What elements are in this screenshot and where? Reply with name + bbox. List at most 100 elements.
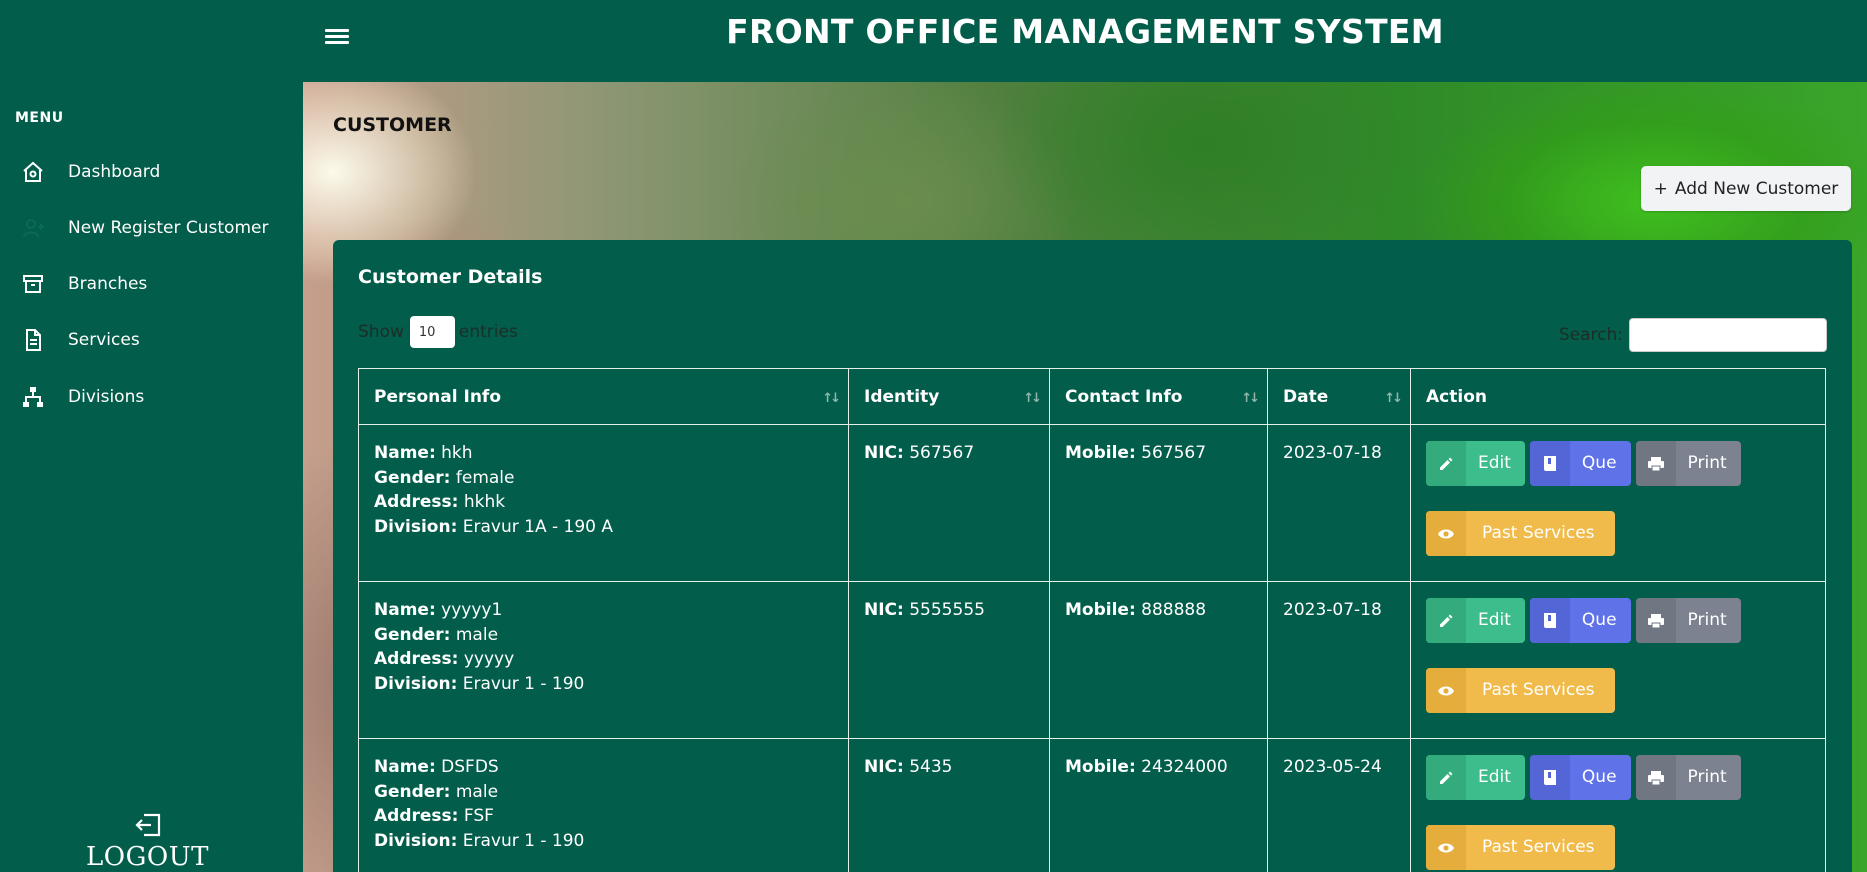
user-plus-icon (20, 215, 46, 241)
print-button[interactable]: Print (1635, 441, 1741, 486)
customer-address: yyyyy (463, 649, 515, 669)
book-icon (1529, 755, 1570, 800)
action-cell: Edit Que Print Past Services (1410, 424, 1826, 582)
printer-icon (1635, 755, 1676, 800)
edit-button[interactable]: Edit (1426, 441, 1525, 486)
contact-info-cell: Mobile: 888888 (1049, 581, 1268, 739)
book-icon (1529, 598, 1570, 643)
top-bar: FRONT OFFICE MANAGEMENT SYSTEM (303, 0, 1867, 82)
customer-address: hkhk (463, 492, 506, 512)
page-title: CUSTOMER (333, 114, 452, 136)
printer-icon (1635, 441, 1676, 486)
customer-division: Eravur 1 - 190 (462, 830, 585, 851)
plus-icon: + (1653, 178, 1668, 199)
personal-info-cell: Name: hkh Gender: female Address: hkhk D… (358, 424, 849, 582)
print-button[interactable]: Print (1635, 755, 1741, 800)
sidebar-item-dashboard[interactable]: Dashboard (0, 152, 303, 192)
contact-info-cell: Mobile: 24324000 (1049, 738, 1268, 872)
logout-button[interactable]: LOGOUT (70, 812, 225, 872)
date-cell: 2023-07-18 (1267, 581, 1411, 739)
document-icon (20, 327, 46, 353)
entries-length-control: Show 10 entries (358, 316, 518, 348)
entries-label: entries (458, 322, 518, 342)
customer-name: DSFDS (441, 757, 499, 777)
sort-icon: ↑↓ (822, 391, 841, 406)
search-label: Search: (1558, 325, 1623, 345)
search-input[interactable] (1629, 318, 1827, 352)
customer-gender: female (455, 467, 515, 488)
main-content: CUSTOMER + Add New Customer Customer Det… (303, 82, 1867, 872)
customer-nic: 5435 (909, 757, 953, 777)
column-header-date[interactable]: Date ↑↓ (1267, 368, 1411, 425)
customer-gender: male (455, 624, 499, 645)
que-button[interactable]: Que (1529, 441, 1631, 486)
personal-info-cell: Name: yyyyy1 Gender: male Address: yyyyy… (358, 581, 849, 739)
action-cell: Edit Que Print Past Services (1410, 581, 1826, 739)
edit-button[interactable]: Edit (1426, 755, 1525, 800)
print-button[interactable]: Print (1635, 598, 1741, 643)
customer-mobile: 567567 (1141, 443, 1207, 463)
card-title: Customer Details (358, 266, 543, 288)
logout-icon (70, 812, 225, 842)
table-row: Name: DSFDS Gender: male Address: FSF Di… (358, 738, 1826, 872)
logout-label: LOGOUT (86, 842, 209, 872)
action-cell: Edit Que Print Past Services (1410, 738, 1826, 872)
sidebar-item-new-register-customer[interactable]: New Register Customer (0, 208, 303, 248)
sidebar-item-branches[interactable]: Branches (0, 264, 303, 304)
que-button[interactable]: Que (1529, 598, 1631, 643)
sidebar-item-label: Services (68, 330, 140, 350)
customer-gender: male (455, 781, 499, 802)
home-icon (20, 159, 46, 185)
table-row: Name: hkh Gender: female Address: hkhk D… (358, 424, 1826, 582)
sidebar-item-services[interactable]: Services (0, 320, 303, 360)
sidebar-item-divisions[interactable]: Divisions (0, 377, 303, 417)
past-services-button[interactable]: Past Services (1426, 511, 1615, 556)
sidebar-item-label: Dashboard (68, 162, 161, 182)
book-icon (1529, 441, 1570, 486)
date-cell: 2023-07-18 (1267, 424, 1411, 582)
pencil-icon (1426, 755, 1466, 800)
customer-address: FSF (463, 806, 494, 826)
customer-name: hkh (441, 443, 473, 463)
table-row: Name: yyyyy1 Gender: male Address: yyyyy… (358, 581, 1826, 739)
entries-select[interactable]: 10 (409, 316, 455, 348)
contact-info-cell: Mobile: 567567 (1049, 424, 1268, 582)
sidebar-item-label: Branches (68, 274, 148, 294)
printer-icon (1635, 598, 1676, 643)
identity-cell: NIC: 5435 (848, 738, 1050, 872)
sidebar: MENU Dashboard New Register Customer Bra… (0, 0, 303, 872)
eye-icon (1426, 511, 1466, 556)
customer-details-card: Customer Details Show 10 entries Search:… (333, 240, 1852, 872)
customer-division: Eravur 1 - 190 (462, 673, 585, 694)
add-new-customer-button[interactable]: + Add New Customer (1641, 166, 1851, 211)
que-button[interactable]: Que (1529, 755, 1631, 800)
edit-button[interactable]: Edit (1426, 598, 1525, 643)
pencil-icon (1426, 598, 1466, 643)
column-header-action: Action (1410, 368, 1826, 425)
sidebar-item-label: Divisions (68, 387, 145, 407)
sort-icon: ↑↓ (1241, 391, 1260, 406)
identity-cell: NIC: 567567 (848, 424, 1050, 582)
sort-icon: ↑↓ (1023, 391, 1042, 406)
customer-nic: 5555555 (909, 600, 985, 620)
pencil-icon (1426, 441, 1466, 486)
customer-nic: 567567 (909, 443, 975, 463)
search-control: Search: (1559, 318, 1827, 352)
app-title: FRONT OFFICE MANAGEMENT SYSTEM (726, 12, 1444, 51)
column-header-personal-info[interactable]: Personal Info ↑↓ (358, 368, 849, 425)
add-new-customer-label: Add New Customer (1674, 178, 1839, 199)
archive-icon (20, 271, 46, 297)
sidebar-item-label: New Register Customer (68, 218, 269, 238)
identity-cell: NIC: 5555555 (848, 581, 1050, 739)
sitemap-icon (20, 384, 46, 410)
past-services-button[interactable]: Past Services (1426, 668, 1615, 713)
column-header-contact-info[interactable]: Contact Info ↑↓ (1049, 368, 1268, 425)
customer-mobile: 24324000 (1141, 757, 1228, 777)
column-header-identity[interactable]: Identity ↑↓ (848, 368, 1050, 425)
table-header-row: Personal Info ↑↓ Identity ↑↓ Contact Info ↑… (358, 368, 1826, 425)
past-services-button[interactable]: Past Services (1426, 825, 1615, 870)
customer-table: Personal Info ↑↓ Identity ↑↓ Contact Info ↑… (358, 368, 1826, 872)
personal-info-cell: Name: DSFDS Gender: male Address: FSF Di… (358, 738, 849, 872)
date-cell: 2023-05-24 (1267, 738, 1411, 872)
eye-icon (1426, 825, 1466, 870)
